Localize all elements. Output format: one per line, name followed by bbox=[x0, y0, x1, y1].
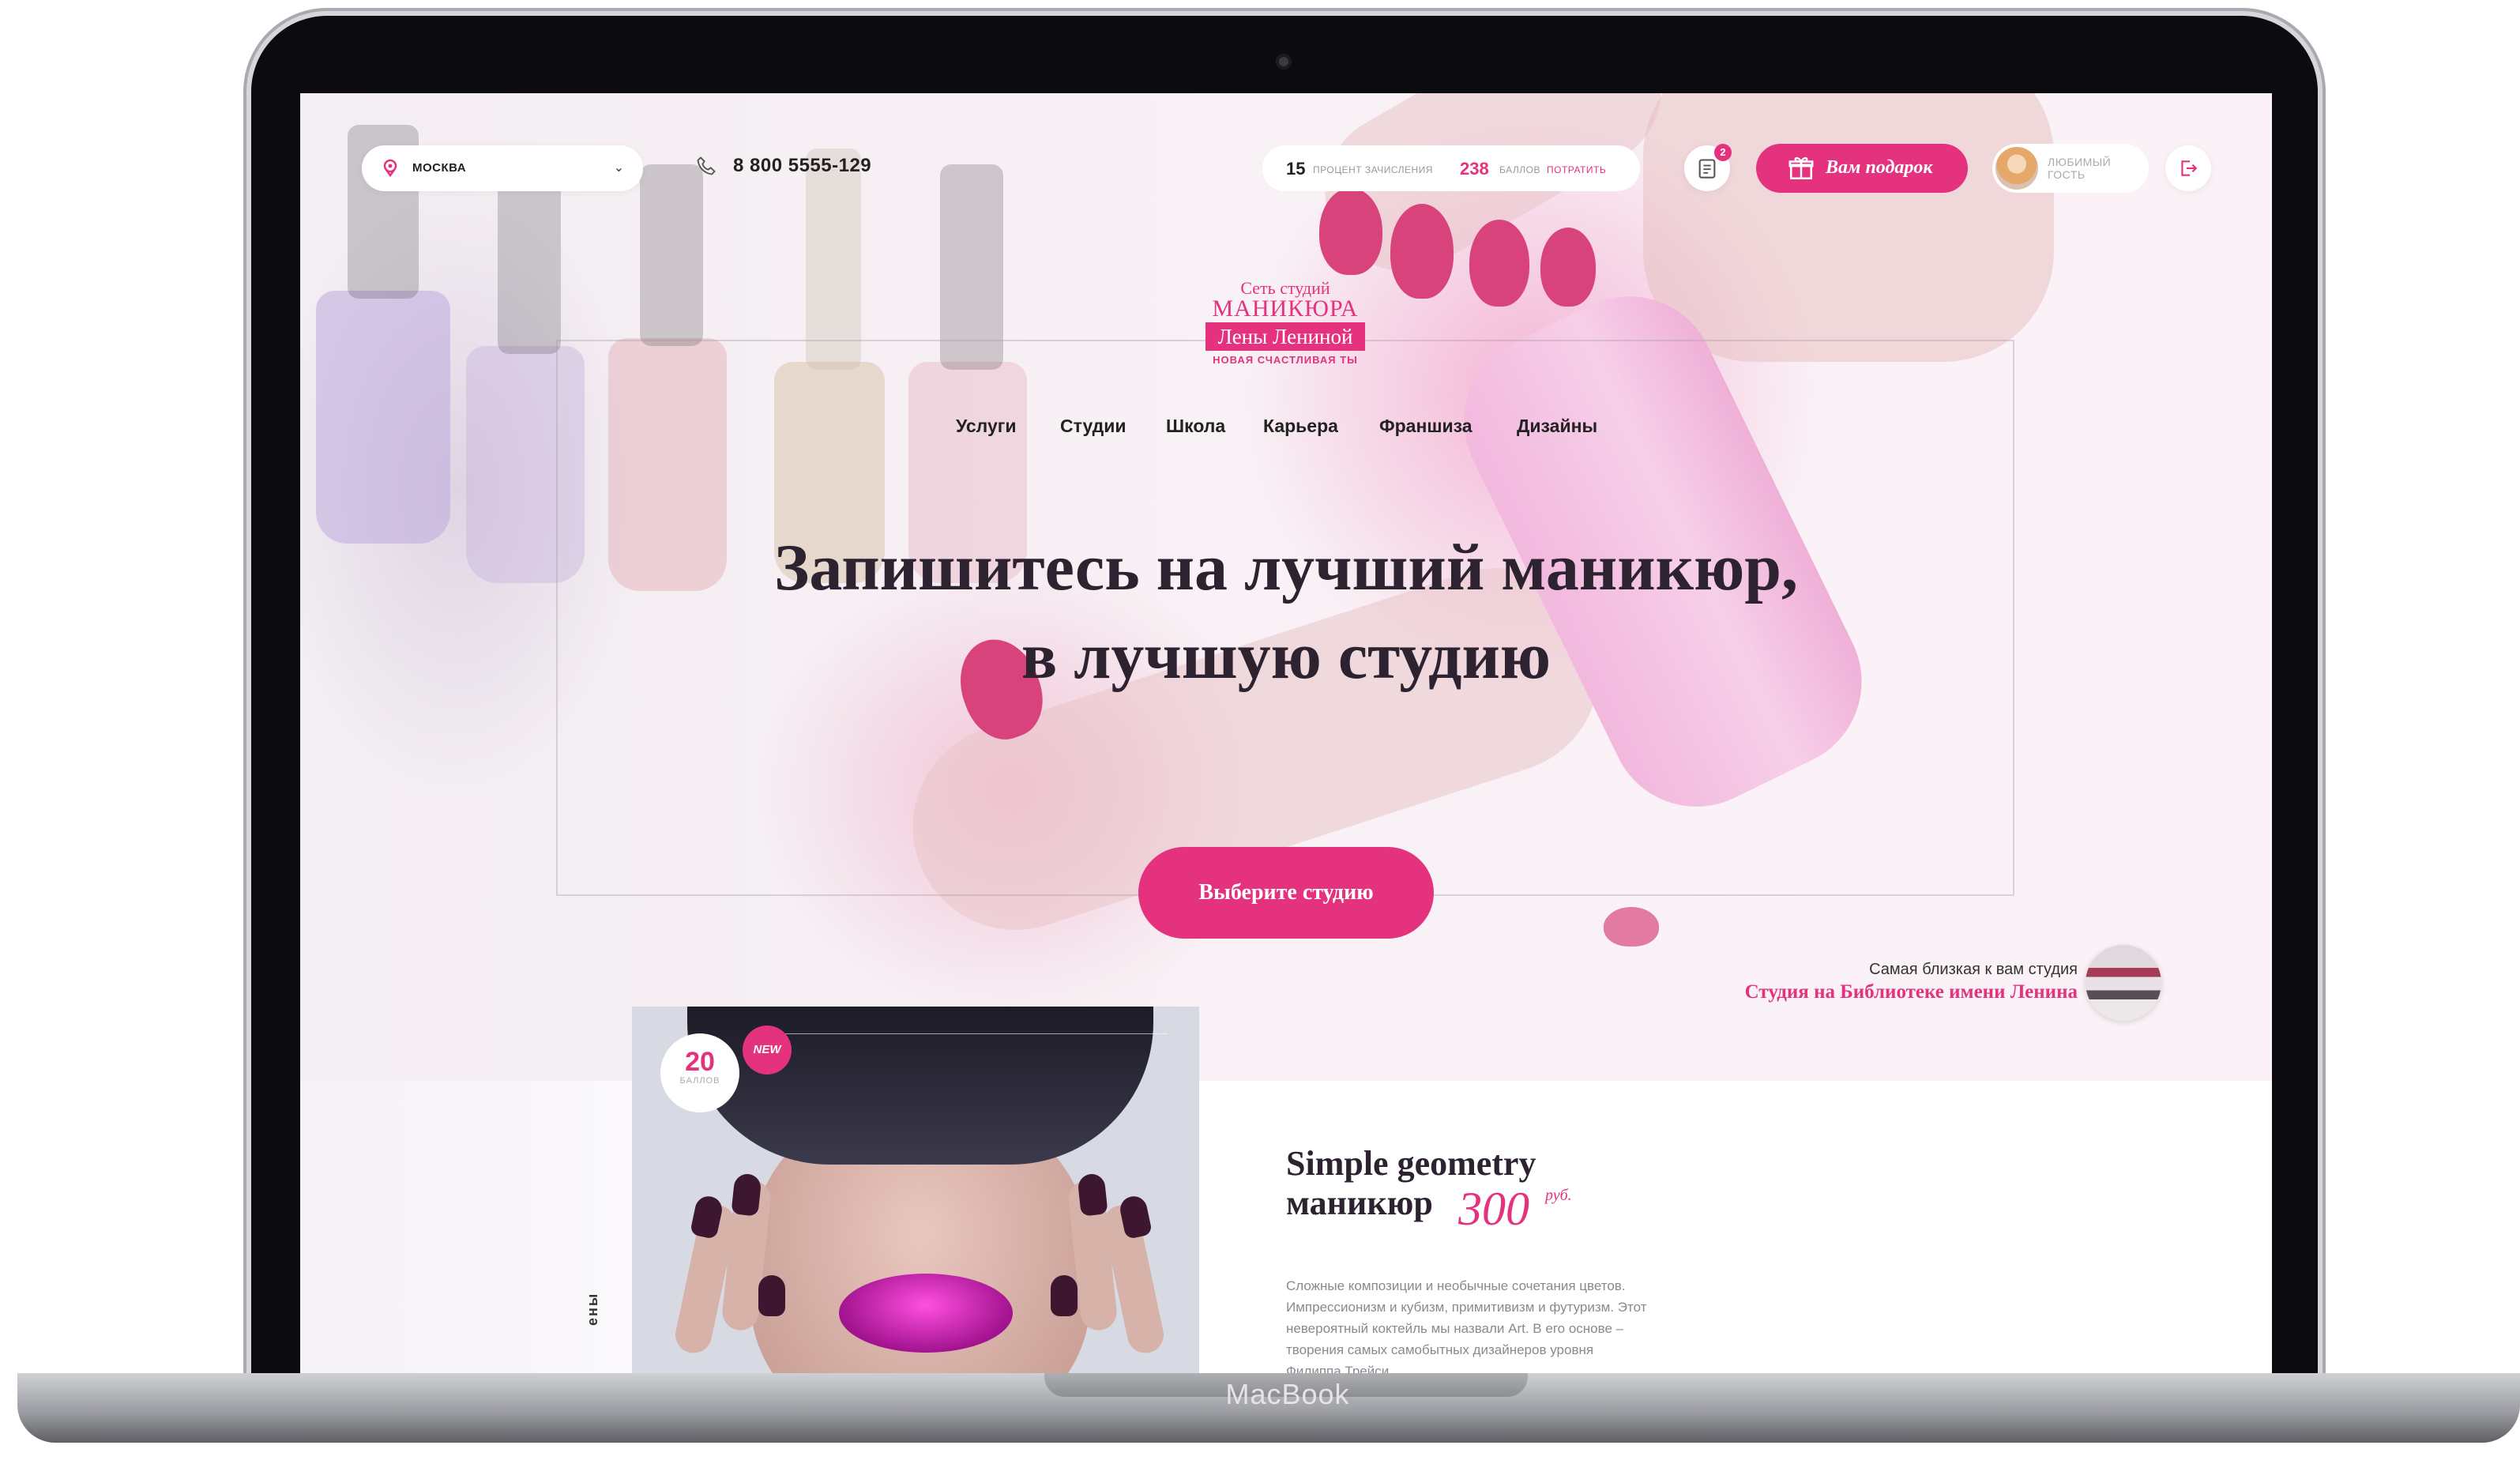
percent-label: процент зачисления bbox=[1313, 164, 1433, 175]
product-frame-line bbox=[758, 1033, 1168, 1034]
hero-headline: Запишитесь на лучший маникюр, в лучшую с… bbox=[537, 524, 2035, 701]
gift-button[interactable]: Вам подарок bbox=[1756, 144, 1968, 193]
nav-item-services[interactable]: Услуги bbox=[956, 416, 1016, 437]
polish-bottle-cap bbox=[940, 164, 1003, 370]
location-pin-icon bbox=[383, 159, 397, 177]
nearest-studio-photo[interactable] bbox=[2086, 945, 2161, 1021]
product-currency: руб. bbox=[1545, 1187, 1572, 1204]
product-image[interactable]: 20 баллов NEW bbox=[632, 1007, 1199, 1373]
polish-bottle-cap bbox=[640, 164, 703, 346]
hand-shape bbox=[1643, 93, 2054, 362]
phone-number[interactable]: 8 800 5555-129 bbox=[733, 155, 871, 177]
user-name: Любимый гость bbox=[2048, 156, 2142, 181]
phone-icon bbox=[697, 156, 716, 175]
nav-item-designs[interactable]: Дизайны bbox=[1517, 416, 1597, 437]
nail bbox=[1604, 907, 1659, 947]
polish-bottle bbox=[316, 291, 450, 544]
logo-line2: маникюра bbox=[1212, 295, 1359, 322]
points-summary: 15 процент зачисления 238 баллов потрати… bbox=[1262, 145, 1640, 191]
orders-count-badge: 2 bbox=[1714, 144, 1732, 161]
nail bbox=[1077, 1172, 1108, 1217]
product-description: Сложные композиции и необычные сочетания… bbox=[1286, 1278, 1647, 1373]
user-name-line2: гость bbox=[2048, 168, 2086, 181]
model-lips bbox=[839, 1274, 1013, 1353]
screen: москва ⌄ 8 800 5555-129 15 процент зачис… bbox=[300, 93, 2272, 1373]
product-title-line1: Simple geometry bbox=[1286, 1144, 1536, 1183]
nail bbox=[1390, 204, 1454, 299]
product-points-value: 20 bbox=[685, 1047, 715, 1077]
logo-line3: Лены Лениной bbox=[1205, 322, 1365, 351]
city-select[interactable]: москва ⌄ bbox=[362, 145, 643, 191]
nail bbox=[1319, 188, 1382, 275]
chevron-down-icon: ⌄ bbox=[613, 161, 624, 175]
hero-headline-line1: Запишитесь на лучший маникюр, bbox=[774, 531, 1798, 604]
user-profile[interactable]: Любимый гость bbox=[1992, 144, 2149, 193]
nav-item-franchise[interactable]: Франшиза bbox=[1379, 416, 1473, 437]
main-nav: Услуги Студии Школа Карьера Франшиза Диз… bbox=[956, 416, 1619, 439]
nail bbox=[1540, 228, 1596, 307]
nav-item-career[interactable]: Карьера bbox=[1263, 416, 1338, 437]
percent-value: 15 bbox=[1286, 159, 1306, 179]
product-points-label: баллов bbox=[679, 1076, 720, 1086]
polish-bottle-cap bbox=[806, 149, 861, 370]
logout-icon bbox=[2181, 160, 2198, 176]
product-points-badge: 20 баллов bbox=[660, 1033, 739, 1112]
site-logo[interactable]: Сеть студий маникюра Лены Лениной новая … bbox=[1202, 280, 1368, 366]
avatar bbox=[1995, 147, 2038, 190]
logo-line1: Сеть студий bbox=[1240, 278, 1330, 298]
polish-bottle-cap bbox=[498, 180, 561, 354]
orders-icon bbox=[1698, 159, 1716, 179]
balance-label: баллов bbox=[1499, 164, 1540, 175]
nail bbox=[731, 1172, 762, 1217]
gift-icon bbox=[1788, 156, 1814, 180]
logo-tagline: новая счастливая ты bbox=[1213, 354, 1358, 366]
user-name-line1: Любимый bbox=[2048, 156, 2112, 168]
nail bbox=[1051, 1275, 1078, 1316]
nail bbox=[1469, 220, 1529, 307]
product-price: 300 bbox=[1458, 1183, 1529, 1235]
nearest-studio-link[interactable]: Студия на Библиотеке имени Ленина bbox=[1406, 981, 2078, 1003]
hero-headline-line2: в лучшую студию bbox=[1021, 619, 1551, 693]
logout-button[interactable] bbox=[2165, 145, 2211, 191]
choose-studio-button[interactable]: Выберите студию bbox=[1138, 847, 1434, 939]
gift-button-label: Вам подарок bbox=[1826, 157, 1933, 178]
city-select-value: москва bbox=[412, 161, 467, 175]
laptop-brand: MacBook bbox=[1225, 1378, 1350, 1410]
camera-icon bbox=[1276, 54, 1292, 70]
nav-item-studios[interactable]: Студии bbox=[1060, 416, 1126, 437]
vertical-category-label: ены bbox=[585, 1292, 600, 1326]
orders-button[interactable]: 2 bbox=[1684, 144, 1732, 191]
new-badge: NEW bbox=[743, 1026, 792, 1074]
nearest-studio-label: Самая близкая к вам студия bbox=[1869, 961, 2078, 978]
nail bbox=[758, 1275, 785, 1316]
balance-value: 238 bbox=[1460, 159, 1489, 179]
nav-item-school[interactable]: Школа bbox=[1166, 416, 1225, 437]
spend-points-link[interactable]: потратить bbox=[1547, 164, 1606, 175]
